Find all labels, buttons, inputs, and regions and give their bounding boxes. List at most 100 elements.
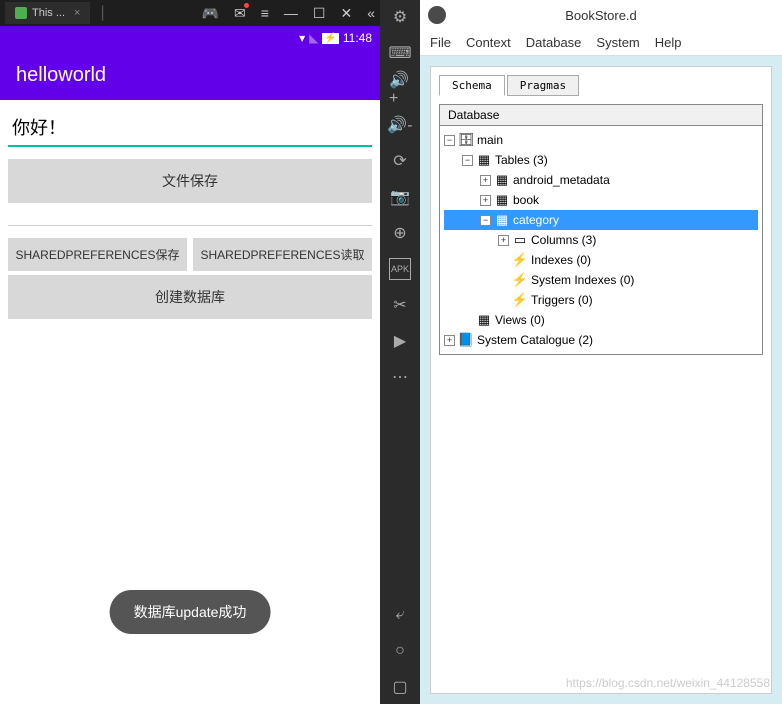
tree-label: Triggers (0) [531,293,593,307]
tree-node-system-indexes[interactable]: ⚡ System Indexes (0) [444,270,758,290]
tree-label: android_metadata [513,173,610,187]
tree-node-main[interactable]: − 🗄 main [444,130,758,150]
database-icon: 🗄 [458,132,474,148]
tree-node-indexes[interactable]: ⚡ Indexes (0) [444,250,758,270]
menu-context[interactable]: Context [466,35,511,50]
tree-label: Indexes (0) [531,253,591,267]
menu-help[interactable]: Help [655,35,682,50]
tab-pragmas[interactable]: Pragmas [507,75,579,96]
battery-icon: ⚡ [322,33,338,44]
db-titlebar: BookStore.d [420,0,782,30]
app-bar: helloworld [0,50,380,100]
camera-icon[interactable]: 📷 [389,186,411,208]
table-icon: ▦ [494,192,510,208]
tree-node-category[interactable]: − ▦ category [444,210,758,230]
tree-node-system-catalogue[interactable]: + 📘 System Catalogue (2) [444,330,758,350]
tree-node-columns[interactable]: + ▭ Columns (3) [444,230,758,250]
emulator-tab[interactable]: This ... × [5,2,90,24]
index-icon: ⚡ [512,252,528,268]
tree-label: category [513,213,559,227]
keyboard-icon[interactable]: ⌨ [389,42,411,64]
tree-label: System Catalogue (2) [477,333,593,347]
sp-load-button[interactable]: SHAREDPREFERENCES读取 [193,238,372,271]
tab-label: This ... [32,7,65,19]
trigger-icon: ⚡ [512,292,528,308]
collapse-icon[interactable]: − [444,135,455,146]
expand-icon[interactable]: + [480,195,491,206]
table-icon: ▦ [494,172,510,188]
volume-up-icon[interactable]: 🔊+ [389,78,411,100]
gamepad-icon[interactable]: 🎮 [202,5,219,22]
add-icon[interactable]: ⊕ [389,222,411,244]
app-title: helloworld [16,64,106,87]
db-tree: − 🗄 main − ▦ Tables (3) + ▦ android_meta… [440,126,762,354]
tree-node-triggers[interactable]: ⚡ Triggers (0) [444,290,758,310]
text-input[interactable] [8,108,372,147]
close-window-icon[interactable]: ✕ [340,5,352,22]
divider [8,225,372,226]
menu-icon[interactable]: ≡ [261,5,269,22]
menu-file[interactable]: File [430,35,451,50]
watermark: https://blog.csdn.net/weixin_44128558 [566,676,770,690]
close-icon[interactable]: × [74,7,80,19]
recents-icon[interactable]: ▢ [389,676,411,698]
emulator-toolbar: ⚙ ⌨ 🔊+ 🔊- ⟳ 📷 ⊕ APK ✂ ▶ ⋯ ⤶ ○ ▢ [380,0,420,704]
expand-icon[interactable]: + [444,335,455,346]
titlebar-controls: 🎮 ✉ ≡ — ☐ ✕ « [202,5,375,22]
android-emulator: This ... × | 🎮 ✉ ≡ — ☐ ✕ « ▾ ◣ ⚡ 11:48 h… [0,0,380,704]
rotate-icon[interactable]: ⟳ [389,150,411,172]
db-browser: BookStore.d File Context Database System… [420,0,782,704]
more-icon[interactable]: ⋯ [389,366,411,388]
toast-message: 数据库update成功 [110,590,271,634]
sp-save-button[interactable]: SHAREDPREFERENCES保存 [8,238,187,271]
signal-icon: ◣ [309,31,318,45]
expand-icon[interactable]: + [480,175,491,186]
tab-schema[interactable]: Schema [439,75,505,96]
collapse-icon[interactable]: − [480,215,491,226]
menu-database[interactable]: Database [526,35,582,50]
table-icon: ▦ [476,152,492,168]
collapse-icon[interactable]: − [462,155,473,166]
tree-node-book[interactable]: + ▦ book [444,190,758,210]
table-icon: ▦ [494,212,510,228]
settings-icon[interactable]: ⚙ [389,6,411,28]
wifi-icon: ▾ [299,31,305,45]
back-icon[interactable]: ⤶ [389,604,411,626]
tree-label: System Indexes (0) [531,273,634,287]
mail-icon[interactable]: ✉ [234,5,246,22]
tree-container: Database − 🗄 main − ▦ Tables (3) + ▦ and… [439,104,763,355]
tree-label: Views (0) [495,313,545,327]
play-icon[interactable]: ▶ [389,330,411,352]
file-save-button[interactable]: 文件保存 [8,159,372,203]
tree-node-tables[interactable]: − ▦ Tables (3) [444,150,758,170]
minimize-icon[interactable]: — [284,5,298,22]
tree-label: Tables (3) [495,153,548,167]
menu-system[interactable]: System [596,35,639,50]
app-body: 文件保存 SHAREDPREFERENCES保存 SHAREDPREFERENC… [0,100,380,704]
collapse-icon[interactable]: « [367,5,375,22]
tree-label: main [477,133,503,147]
expand-icon[interactable]: + [498,235,509,246]
volume-down-icon[interactable]: 🔊- [389,114,411,136]
apk-icon[interactable]: APK [389,258,411,280]
emulator-titlebar: This ... × | 🎮 ✉ ≡ — ☐ ✕ « [0,0,380,26]
db-window-title: BookStore.d [565,8,637,23]
tab-icon [15,7,27,19]
create-db-button[interactable]: 创建数据库 [8,275,372,319]
tree-header: Database [440,105,762,126]
db-content: Schema Pragmas Database − 🗄 main − ▦ Tab… [430,66,772,694]
cut-icon[interactable]: ✂ [389,294,411,316]
db-tabs: Schema Pragmas [439,75,763,96]
tree-label: book [513,193,539,207]
catalogue-icon: 📘 [458,332,474,348]
tab-divider: | [100,4,104,22]
status-time: 11:48 [343,31,372,45]
tree-node-android-metadata[interactable]: + ▦ android_metadata [444,170,758,190]
tree-label: Columns (3) [531,233,596,247]
views-icon: ▦ [476,312,492,328]
maximize-icon[interactable]: ☐ [313,5,326,22]
index-icon: ⚡ [512,272,528,288]
db-menubar: File Context Database System Help [420,30,782,56]
home-icon[interactable]: ○ [389,640,411,662]
tree-node-views[interactable]: ▦ Views (0) [444,310,758,330]
